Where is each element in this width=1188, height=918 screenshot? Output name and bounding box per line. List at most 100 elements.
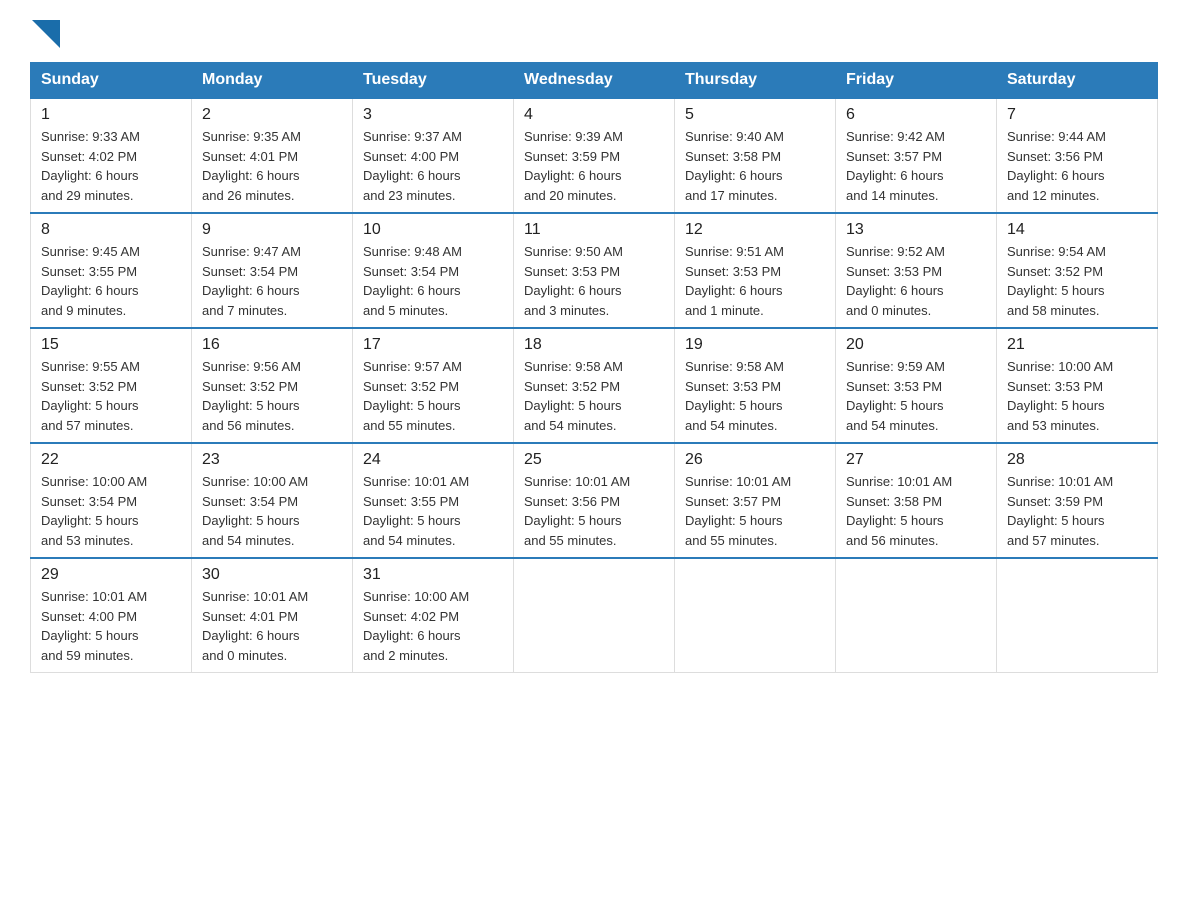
weekday-header-thursday: Thursday bbox=[675, 63, 836, 99]
calendar-day-cell: 22 Sunrise: 10:00 AMSunset: 3:54 PMDayli… bbox=[31, 443, 192, 558]
day-info: Sunrise: 10:01 AMSunset: 3:59 PMDaylight… bbox=[1007, 474, 1113, 548]
day-number: 13 bbox=[846, 221, 986, 239]
calendar-day-cell: 25 Sunrise: 10:01 AMSunset: 3:56 PMDayli… bbox=[514, 443, 675, 558]
day-number: 22 bbox=[41, 451, 181, 469]
day-number: 12 bbox=[685, 221, 825, 239]
calendar-day-cell: 16 Sunrise: 9:56 AMSunset: 3:52 PMDaylig… bbox=[192, 328, 353, 443]
weekday-header-tuesday: Tuesday bbox=[353, 63, 514, 99]
day-number: 16 bbox=[202, 336, 342, 354]
day-info: Sunrise: 10:01 AMSunset: 4:01 PMDaylight… bbox=[202, 589, 308, 663]
calendar-day-cell: 30 Sunrise: 10:01 AMSunset: 4:01 PMDayli… bbox=[192, 558, 353, 673]
calendar-day-cell bbox=[836, 558, 997, 673]
calendar-day-cell: 1 Sunrise: 9:33 AMSunset: 4:02 PMDayligh… bbox=[31, 98, 192, 213]
day-number: 8 bbox=[41, 221, 181, 239]
day-info: Sunrise: 9:52 AMSunset: 3:53 PMDaylight:… bbox=[846, 244, 945, 318]
calendar-day-cell: 19 Sunrise: 9:58 AMSunset: 3:53 PMDaylig… bbox=[675, 328, 836, 443]
day-number: 27 bbox=[846, 451, 986, 469]
calendar-day-cell: 9 Sunrise: 9:47 AMSunset: 3:54 PMDayligh… bbox=[192, 213, 353, 328]
day-number: 30 bbox=[202, 566, 342, 584]
weekday-header-sunday: Sunday bbox=[31, 63, 192, 99]
day-info: Sunrise: 9:39 AMSunset: 3:59 PMDaylight:… bbox=[524, 129, 623, 203]
day-number: 24 bbox=[363, 451, 503, 469]
day-info: Sunrise: 9:42 AMSunset: 3:57 PMDaylight:… bbox=[846, 129, 945, 203]
day-info: Sunrise: 9:59 AMSunset: 3:53 PMDaylight:… bbox=[846, 359, 945, 433]
day-number: 9 bbox=[202, 221, 342, 239]
day-info: Sunrise: 9:56 AMSunset: 3:52 PMDaylight:… bbox=[202, 359, 301, 433]
calendar-day-cell: 15 Sunrise: 9:55 AMSunset: 3:52 PMDaylig… bbox=[31, 328, 192, 443]
calendar-day-cell: 11 Sunrise: 9:50 AMSunset: 3:53 PMDaylig… bbox=[514, 213, 675, 328]
day-info: Sunrise: 10:01 AMSunset: 3:55 PMDaylight… bbox=[363, 474, 469, 548]
day-number: 6 bbox=[846, 106, 986, 124]
calendar-day-cell: 12 Sunrise: 9:51 AMSunset: 3:53 PMDaylig… bbox=[675, 213, 836, 328]
day-number: 17 bbox=[363, 336, 503, 354]
day-number: 31 bbox=[363, 566, 503, 584]
day-number: 29 bbox=[41, 566, 181, 584]
weekday-header-friday: Friday bbox=[836, 63, 997, 99]
calendar-week-row: 22 Sunrise: 10:00 AMSunset: 3:54 PMDayli… bbox=[31, 443, 1158, 558]
calendar-day-cell: 20 Sunrise: 9:59 AMSunset: 3:53 PMDaylig… bbox=[836, 328, 997, 443]
calendar-day-cell: 21 Sunrise: 10:00 AMSunset: 3:53 PMDayli… bbox=[997, 328, 1158, 443]
calendar-day-cell: 2 Sunrise: 9:35 AMSunset: 4:01 PMDayligh… bbox=[192, 98, 353, 213]
page-header bbox=[30, 20, 1158, 44]
calendar-day-cell: 3 Sunrise: 9:37 AMSunset: 4:00 PMDayligh… bbox=[353, 98, 514, 213]
weekday-header-row: SundayMondayTuesdayWednesdayThursdayFrid… bbox=[31, 63, 1158, 99]
calendar-day-cell: 29 Sunrise: 10:01 AMSunset: 4:00 PMDayli… bbox=[31, 558, 192, 673]
day-info: Sunrise: 9:57 AMSunset: 3:52 PMDaylight:… bbox=[363, 359, 462, 433]
day-info: Sunrise: 9:50 AMSunset: 3:53 PMDaylight:… bbox=[524, 244, 623, 318]
day-number: 21 bbox=[1007, 336, 1147, 354]
day-info: Sunrise: 9:45 AMSunset: 3:55 PMDaylight:… bbox=[41, 244, 140, 318]
calendar-day-cell: 10 Sunrise: 9:48 AMSunset: 3:54 PMDaylig… bbox=[353, 213, 514, 328]
day-info: Sunrise: 9:37 AMSunset: 4:00 PMDaylight:… bbox=[363, 129, 462, 203]
calendar-day-cell: 13 Sunrise: 9:52 AMSunset: 3:53 PMDaylig… bbox=[836, 213, 997, 328]
weekday-header-wednesday: Wednesday bbox=[514, 63, 675, 99]
calendar-week-row: 8 Sunrise: 9:45 AMSunset: 3:55 PMDayligh… bbox=[31, 213, 1158, 328]
day-number: 2 bbox=[202, 106, 342, 124]
calendar-day-cell bbox=[675, 558, 836, 673]
day-number: 18 bbox=[524, 336, 664, 354]
calendar-day-cell: 27 Sunrise: 10:01 AMSunset: 3:58 PMDayli… bbox=[836, 443, 997, 558]
day-info: Sunrise: 9:48 AMSunset: 3:54 PMDaylight:… bbox=[363, 244, 462, 318]
calendar-day-cell: 31 Sunrise: 10:00 AMSunset: 4:02 PMDayli… bbox=[353, 558, 514, 673]
weekday-header-saturday: Saturday bbox=[997, 63, 1158, 99]
calendar-day-cell: 6 Sunrise: 9:42 AMSunset: 3:57 PMDayligh… bbox=[836, 98, 997, 213]
day-number: 26 bbox=[685, 451, 825, 469]
day-number: 28 bbox=[1007, 451, 1147, 469]
day-number: 1 bbox=[41, 106, 181, 124]
day-number: 10 bbox=[363, 221, 503, 239]
day-info: Sunrise: 9:44 AMSunset: 3:56 PMDaylight:… bbox=[1007, 129, 1106, 203]
day-number: 15 bbox=[41, 336, 181, 354]
day-number: 11 bbox=[524, 221, 664, 239]
calendar-day-cell: 26 Sunrise: 10:01 AMSunset: 3:57 PMDayli… bbox=[675, 443, 836, 558]
day-info: Sunrise: 9:54 AMSunset: 3:52 PMDaylight:… bbox=[1007, 244, 1106, 318]
calendar-day-cell: 4 Sunrise: 9:39 AMSunset: 3:59 PMDayligh… bbox=[514, 98, 675, 213]
day-number: 5 bbox=[685, 106, 825, 124]
logo bbox=[30, 20, 60, 44]
day-info: Sunrise: 10:00 AMSunset: 3:54 PMDaylight… bbox=[41, 474, 147, 548]
calendar-day-cell: 17 Sunrise: 9:57 AMSunset: 3:52 PMDaylig… bbox=[353, 328, 514, 443]
day-info: Sunrise: 10:00 AMSunset: 3:53 PMDaylight… bbox=[1007, 359, 1113, 433]
calendar-day-cell bbox=[514, 558, 675, 673]
logo-arrow-icon bbox=[32, 20, 60, 48]
day-number: 19 bbox=[685, 336, 825, 354]
day-info: Sunrise: 9:35 AMSunset: 4:01 PMDaylight:… bbox=[202, 129, 301, 203]
day-number: 14 bbox=[1007, 221, 1147, 239]
day-number: 3 bbox=[363, 106, 503, 124]
day-number: 23 bbox=[202, 451, 342, 469]
day-number: 4 bbox=[524, 106, 664, 124]
day-info: Sunrise: 10:01 AMSunset: 3:57 PMDaylight… bbox=[685, 474, 791, 548]
calendar-day-cell: 5 Sunrise: 9:40 AMSunset: 3:58 PMDayligh… bbox=[675, 98, 836, 213]
day-info: Sunrise: 10:00 AMSunset: 4:02 PMDaylight… bbox=[363, 589, 469, 663]
day-info: Sunrise: 9:40 AMSunset: 3:58 PMDaylight:… bbox=[685, 129, 784, 203]
day-info: Sunrise: 10:01 AMSunset: 3:56 PMDaylight… bbox=[524, 474, 630, 548]
day-info: Sunrise: 9:58 AMSunset: 3:53 PMDaylight:… bbox=[685, 359, 784, 433]
calendar-day-cell: 24 Sunrise: 10:01 AMSunset: 3:55 PMDayli… bbox=[353, 443, 514, 558]
calendar-week-row: 15 Sunrise: 9:55 AMSunset: 3:52 PMDaylig… bbox=[31, 328, 1158, 443]
day-info: Sunrise: 10:01 AMSunset: 4:00 PMDaylight… bbox=[41, 589, 147, 663]
calendar-day-cell: 8 Sunrise: 9:45 AMSunset: 3:55 PMDayligh… bbox=[31, 213, 192, 328]
calendar-week-row: 1 Sunrise: 9:33 AMSunset: 4:02 PMDayligh… bbox=[31, 98, 1158, 213]
day-info: Sunrise: 9:55 AMSunset: 3:52 PMDaylight:… bbox=[41, 359, 140, 433]
day-info: Sunrise: 9:58 AMSunset: 3:52 PMDaylight:… bbox=[524, 359, 623, 433]
calendar-day-cell bbox=[997, 558, 1158, 673]
calendar-day-cell: 7 Sunrise: 9:44 AMSunset: 3:56 PMDayligh… bbox=[997, 98, 1158, 213]
calendar-day-cell: 23 Sunrise: 10:00 AMSunset: 3:54 PMDayli… bbox=[192, 443, 353, 558]
